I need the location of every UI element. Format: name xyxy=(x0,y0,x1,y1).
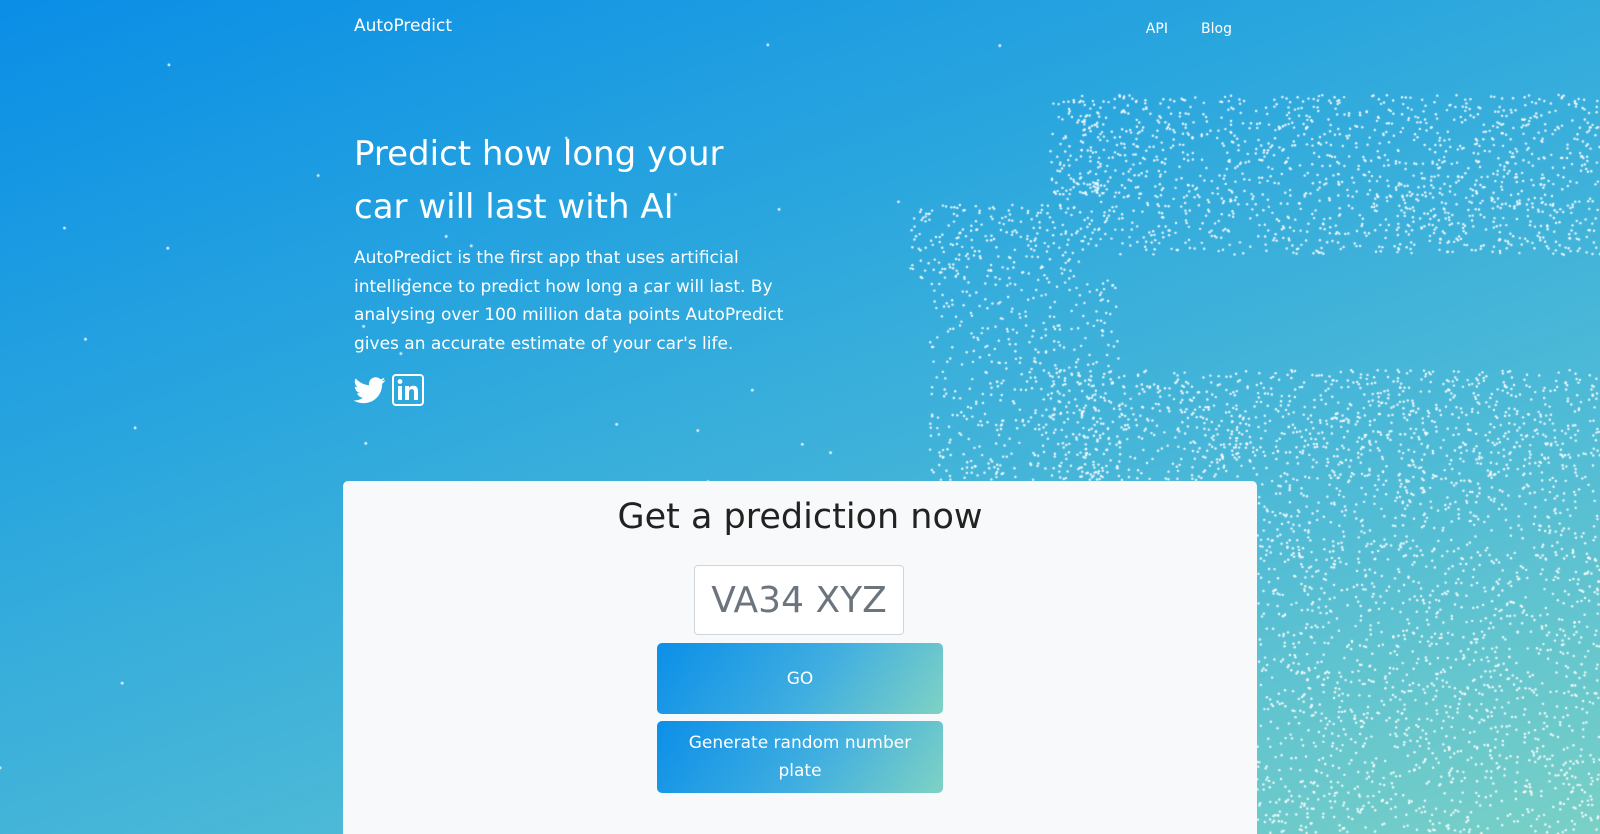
top-navbar: AutoPredict API Blog xyxy=(354,14,1232,40)
nav-links: API Blog xyxy=(1118,18,1232,37)
go-button[interactable]: GO xyxy=(657,643,943,714)
prediction-card: Get a prediction now GO Generate random … xyxy=(343,481,1257,834)
twitter-link[interactable] xyxy=(353,374,386,406)
linkedin-link[interactable] xyxy=(392,374,424,406)
nav-link-blog[interactable]: Blog xyxy=(1201,21,1232,37)
prediction-title: Get a prediction now xyxy=(617,497,983,537)
hero-description: AutoPredict is the first app that uses a… xyxy=(354,248,784,354)
nav-link-api[interactable]: API xyxy=(1146,21,1168,37)
social-links xyxy=(353,374,424,406)
page: AutoPredict API Blog Predict how long yo… xyxy=(0,0,1600,834)
hero-title: Predict how long your car will last with… xyxy=(354,134,724,227)
number-plate-input[interactable] xyxy=(694,565,904,635)
generate-random-plate-button[interactable]: Generate random number plate xyxy=(657,721,943,793)
brand-logo-link[interactable]: AutoPredict xyxy=(354,16,452,36)
linkedin-icon xyxy=(392,374,424,406)
twitter-icon xyxy=(353,377,386,404)
